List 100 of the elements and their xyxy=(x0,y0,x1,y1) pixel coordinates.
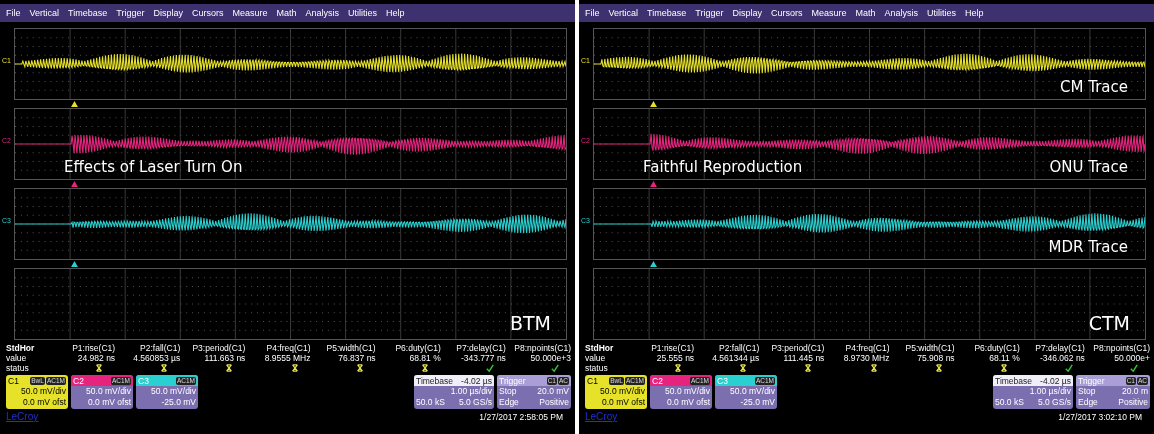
measurement-value: 25.555 ns xyxy=(655,353,695,363)
menu-item[interactable]: Utilities xyxy=(927,8,956,18)
measurement-name: P5:width(C1) xyxy=(325,343,376,353)
measurement-value: 4.560853 µs xyxy=(132,353,181,363)
menu-item[interactable]: Cursors xyxy=(770,8,803,18)
measurement-value: 4.561344 µs xyxy=(711,353,760,363)
menu-item[interactable]: Math xyxy=(276,8,297,18)
menu-item[interactable]: Display xyxy=(153,8,183,18)
channel-setting: 0.0 mV ofst xyxy=(22,397,67,408)
menu-item[interactable]: Help xyxy=(965,8,984,18)
channel-setting: 0.0 mV ofst xyxy=(601,397,646,408)
channel-setting: 50.0 mV/div xyxy=(729,386,776,397)
trigger-marker-icon xyxy=(650,181,657,187)
menu-item[interactable]: Trigger xyxy=(116,8,145,18)
menu-item[interactable]: Analysis xyxy=(305,8,339,18)
trigger-setting: Edge xyxy=(1078,397,1098,408)
menu-item[interactable]: Vertical xyxy=(608,8,639,18)
menu-item[interactable]: Trigger xyxy=(695,8,724,18)
measurement-value: 8.9730 MHz xyxy=(842,353,890,363)
timestamp: 1/27/2017 3:02:10 PM xyxy=(1058,411,1143,422)
trigger-setting: Stop xyxy=(1078,386,1096,397)
measurement-name: P5:width(C1) xyxy=(904,343,955,353)
measurement-value: 75.908 ns xyxy=(916,353,955,363)
timebase-setting: 50.0 kS xyxy=(416,397,445,408)
menu-item[interactable]: Vertical xyxy=(29,8,60,18)
channel-setting: 0.0 mV ofst xyxy=(87,397,132,408)
row-label: value xyxy=(6,353,28,363)
measurement-name: P3:period(C1) xyxy=(191,343,246,353)
timebase-delay: -4.02 µs xyxy=(461,375,492,386)
box-title: Trigger xyxy=(1078,375,1105,386)
menu-item[interactable]: Measure xyxy=(811,8,847,18)
annotation-text: CM Trace xyxy=(1060,78,1128,96)
timebase-setting: 50.0 kS xyxy=(995,397,1024,408)
menu-item[interactable]: Help xyxy=(386,8,405,18)
channel-name: C3 xyxy=(717,375,728,386)
menu-item[interactable]: Utilities xyxy=(348,8,377,18)
measurement-value: 8.9555 MHz xyxy=(263,353,311,363)
trigger-marker-icon xyxy=(650,101,657,107)
measurement-name: P6:duty(C1) xyxy=(394,343,441,353)
trigger-marker-icon xyxy=(650,261,657,267)
trigger-marker-icon xyxy=(71,261,78,267)
menu-item[interactable]: File xyxy=(585,8,600,18)
measurement-name: P8:npoints(C1) xyxy=(1092,343,1150,353)
channel-setting: 50.0 mV/div xyxy=(20,386,67,397)
measurement-header: StdHor xyxy=(585,343,615,353)
menu-item[interactable]: Timebase xyxy=(647,8,687,18)
channel-setting: 50.0 mV/div xyxy=(664,386,711,397)
timebase-setting: 1.00 µs/div xyxy=(450,386,492,397)
timebase-box[interactable]: Timebase -4.02 µs 1.00 µs/div 50.0 kS 5.0 GS/s xyxy=(993,375,1073,409)
trigger-marker-icon xyxy=(71,181,78,187)
channel-name: C2 xyxy=(73,375,84,386)
measurement-value: 50.000e+ xyxy=(1113,353,1150,363)
grid-label: BTM xyxy=(509,312,551,334)
menu-item[interactable]: Measure xyxy=(232,8,268,18)
measurement-value: 68.11 % xyxy=(988,353,1020,363)
channel-setting: 50.0 mV/div xyxy=(599,386,646,397)
timebase-setting: 1.00 µs/div xyxy=(1029,386,1071,397)
row-label: value xyxy=(585,353,607,363)
annotation-text: Faithful Reproduction xyxy=(643,158,803,176)
trigger-setting: Positive xyxy=(1118,397,1148,408)
measurement-value: 50.000e+3 xyxy=(529,353,571,363)
menu-item[interactable]: Cursors xyxy=(191,8,224,18)
measurement-value: -346.062 ns xyxy=(1038,353,1085,363)
measurement-name: P4:freq(C1) xyxy=(265,343,311,353)
measurement-name: P4:freq(C1) xyxy=(844,343,890,353)
channel-name: C3 xyxy=(138,375,149,386)
measurement-name: P2:fall(C1) xyxy=(139,343,181,353)
measurement-value: -343.777 ns xyxy=(459,353,506,363)
box-title: Timebase xyxy=(995,375,1032,386)
menu-item[interactable]: File xyxy=(6,8,21,18)
measurement-header: StdHor xyxy=(6,343,36,353)
timebase-setting: 5.0 GS/s xyxy=(1037,397,1071,408)
channel-setting: 0.0 mV ofst xyxy=(666,397,711,408)
measurement-value: 76.837 ns xyxy=(337,353,376,363)
trigger-setting: 20.0 mV xyxy=(537,386,569,397)
timestamp: 1/27/2017 2:58:05 PM xyxy=(479,411,564,422)
trigger-setting: Positive xyxy=(539,397,569,408)
channel-setting: -25.0 mV xyxy=(160,397,197,408)
row-label: status xyxy=(585,363,609,373)
row-label: status xyxy=(6,363,30,373)
menu-item[interactable]: Analysis xyxy=(884,8,918,18)
measurement-value: 111.663 ns xyxy=(203,353,246,363)
menu-item[interactable]: Display xyxy=(732,8,762,18)
trigger-setting: Stop xyxy=(499,386,517,397)
measurement-name: P3:period(C1) xyxy=(770,343,825,353)
channel-name: C1 xyxy=(8,375,19,386)
measurement-name: P7:delay(C1) xyxy=(1034,343,1085,353)
measurement-value: 68.81 % xyxy=(408,353,441,363)
timebase-box[interactable]: Timebase -4.02 µs 1.00 µs/div 50.0 kS 5.0 GS/s xyxy=(414,375,494,409)
menu-item[interactable]: Timebase xyxy=(68,8,108,18)
channel-name: C1 xyxy=(587,375,598,386)
measurement-value: 24.982 ns xyxy=(76,353,116,363)
measurement-name: P1:rise(C1) xyxy=(650,343,695,353)
measurement-name: P1:rise(C1) xyxy=(71,343,116,353)
timebase-setting: 5.0 GS/s xyxy=(458,397,492,408)
menu-item[interactable]: Math xyxy=(855,8,876,18)
measurement-name: P6:duty(C1) xyxy=(973,343,1020,353)
timebase-delay: -4.02 µs xyxy=(1040,375,1071,386)
annotation-text: ONU Trace xyxy=(1049,158,1128,176)
measurement-name: P8:npoints(C1) xyxy=(513,343,571,353)
